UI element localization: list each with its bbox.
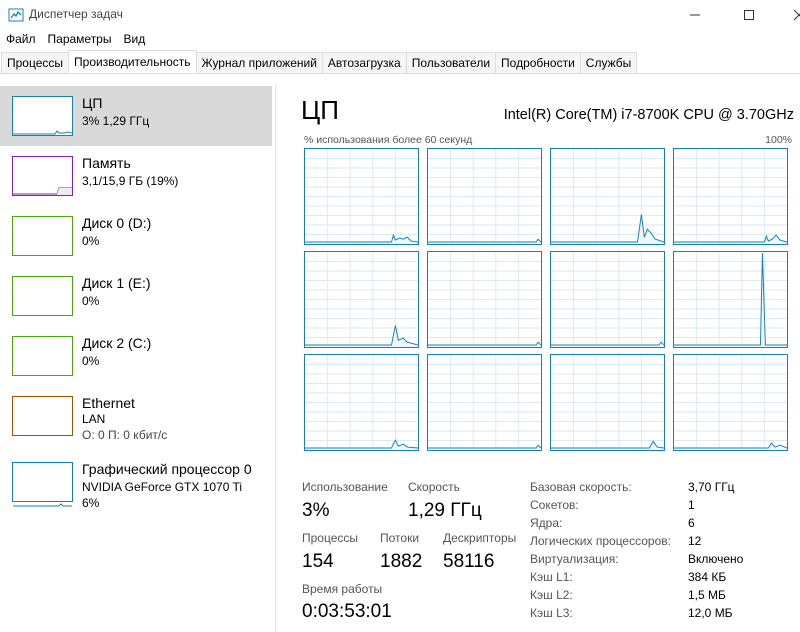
logical-processor-graph-11 <box>673 354 788 451</box>
tab-services[interactable]: Службы <box>579 52 638 73</box>
cpu-model-name: Intel(R) Core(TM) i7-8700K CPU @ 3.70GHz <box>503 107 794 123</box>
threads-value: 1882 <box>380 551 423 572</box>
sidebar-item-detail: 0% <box>82 234 100 248</box>
spec-value: 384 КБ <box>688 570 727 584</box>
spec-value: 12 <box>688 534 702 548</box>
uptime-value: 0:03:53:01 <box>302 601 392 622</box>
disk-2-thumbnail-graph <box>12 336 73 376</box>
sidebar-item-disk-2[interactable]: Диск 2 (C:) 0% <box>0 326 272 386</box>
memory-thumbnail-graph <box>12 156 73 196</box>
spec-value: 12,0 МБ <box>688 606 733 620</box>
sidebar-item-disk-0[interactable]: Диск 0 (D:) 0% <box>0 206 272 266</box>
minimize-icon <box>690 14 700 16</box>
logical-processor-graph-7 <box>673 251 788 348</box>
sidebar-item-disk-1[interactable]: Диск 1 (E:) 0% <box>0 266 272 326</box>
maximize-button[interactable] <box>726 0 772 30</box>
maximize-icon <box>744 10 754 20</box>
spec-value: Включено <box>688 552 744 566</box>
sidebar-item-ethernet[interactable]: Ethernet LAN О: 0 П: 0 кбит/с <box>0 386 272 446</box>
speed-label: Скорость <box>408 480 460 494</box>
sidebar-item-memory[interactable]: Память 3,1/15,9 ГБ (19%) <box>0 146 272 206</box>
sidebar-item-throughput: О: 0 П: 0 кбит/с <box>82 428 168 442</box>
tab-processes[interactable]: Процессы <box>1 52 70 73</box>
graph-max-label: 100% <box>765 134 792 146</box>
tab-details[interactable]: Подробности <box>495 52 581 73</box>
handles-label: Дескрипторы <box>443 531 517 545</box>
logical-processor-graph-9 <box>427 354 542 451</box>
task-manager-icon <box>8 7 24 23</box>
sidebar-item-label: Память <box>82 155 131 171</box>
sidebar-item-detail: 0% <box>82 354 100 368</box>
spec-label: Сокетов: <box>530 498 579 512</box>
spec-label: Виртуализация: <box>530 552 619 566</box>
logical-processor-graph-6 <box>550 251 665 348</box>
window-title: Диспетчер задач <box>29 7 123 21</box>
menu-file[interactable]: Файл <box>0 30 42 50</box>
sidebar-item-detail: 3% 1,29 ГГц <box>82 114 150 128</box>
tab-startup[interactable]: Автозагрузка <box>321 52 407 73</box>
threads-label: Потоки <box>380 531 420 545</box>
spec-label: Кэш L3: <box>530 606 573 620</box>
tab-app-history[interactable]: Журнал приложений <box>195 52 323 73</box>
spec-label: Ядра: <box>530 516 563 530</box>
sidebar-item-label: Ethernet <box>82 395 135 411</box>
cpu-detail-panel: ЦП Intel(R) Core(TM) i7-8700K CPU @ 3.70… <box>277 85 800 632</box>
menu-options[interactable]: Параметры <box>42 30 118 50</box>
usage-value: 3% <box>302 500 330 521</box>
sidebar-item-usage: 6% <box>82 496 100 510</box>
close-icon <box>793 9 800 21</box>
spec-value: 6 <box>688 516 695 530</box>
minimize-button[interactable] <box>672 0 718 30</box>
sidebar-item-label: Диск 0 (D:) <box>82 215 152 231</box>
sidebar-item-detail: LAN <box>82 412 106 426</box>
spec-label: Кэш L1: <box>530 570 573 584</box>
sidebar-item-cpu[interactable]: ЦП 3% 1,29 ГГц <box>0 86 272 146</box>
processes-value: 154 <box>302 551 334 572</box>
resource-sidebar: ЦП 3% 1,29 ГГц Память 3,1/15,9 ГБ (19%) … <box>0 85 276 632</box>
tab-users[interactable]: Пользователи <box>405 52 497 73</box>
logical-processor-graph-5 <box>427 251 542 348</box>
sidebar-item-label: Графический процессор 0 <box>82 461 252 477</box>
usage-label: Использование <box>302 480 388 494</box>
menu-view[interactable]: Вид <box>117 30 151 50</box>
sidebar-item-label: ЦП <box>82 95 103 111</box>
logical-processor-graph-10 <box>550 354 665 451</box>
spec-value: 1,5 МБ <box>688 588 726 602</box>
spec-label: Логических процессоров: <box>530 534 671 548</box>
sidebar-item-label: Диск 2 (C:) <box>82 335 152 351</box>
tab-performance[interactable]: Производительность <box>68 50 197 73</box>
sidebar-item-detail: 0% <box>82 294 100 308</box>
page-title: ЦП <box>301 95 339 125</box>
graph-caption: % использования более 60 секунд <box>304 134 473 146</box>
sidebar-item-detail: NVIDIA GeForce GTX 1070 Ti <box>82 480 243 494</box>
spec-value: 1 <box>688 498 695 512</box>
gpu-thumbnail-graph <box>12 462 73 507</box>
tab-bar: Процессы Производительность Журнал прило… <box>0 50 800 74</box>
handles-value: 58116 <box>443 551 495 572</box>
uptime-label: Время работы <box>302 582 383 596</box>
logical-processor-graph-8 <box>304 354 419 451</box>
logical-processor-graph-3 <box>673 148 788 245</box>
sidebar-item-label: Диск 1 (E:) <box>82 275 151 291</box>
speed-value: 1,29 ГГц <box>408 500 482 521</box>
sidebar-item-detail: 3,1/15,9 ГБ (19%) <box>82 174 179 188</box>
processes-label: Процессы <box>302 531 359 545</box>
spec-label: Кэш L2: <box>530 588 573 602</box>
logical-processor-graph-0 <box>304 148 419 245</box>
ethernet-thumbnail-graph <box>12 396 73 436</box>
logical-processor-graph-1 <box>427 148 542 245</box>
logical-processor-graph-2 <box>550 148 665 245</box>
title-bar: Диспетчер задач <box>0 0 800 30</box>
sidebar-item-gpu[interactable]: Графический процессор 0 NVIDIA GeForce G… <box>0 452 272 512</box>
menu-bar: Файл Параметры Вид <box>0 30 800 50</box>
logical-processor-graph-4 <box>304 251 419 348</box>
disk-0-thumbnail-graph <box>12 216 73 256</box>
disk-1-thumbnail-graph <box>12 276 73 316</box>
close-button[interactable] <box>776 0 800 30</box>
cpu-thumbnail-graph <box>12 96 73 136</box>
spec-label: Базовая скорость: <box>530 480 632 494</box>
spec-value: 3,70 ГГц <box>688 480 735 494</box>
